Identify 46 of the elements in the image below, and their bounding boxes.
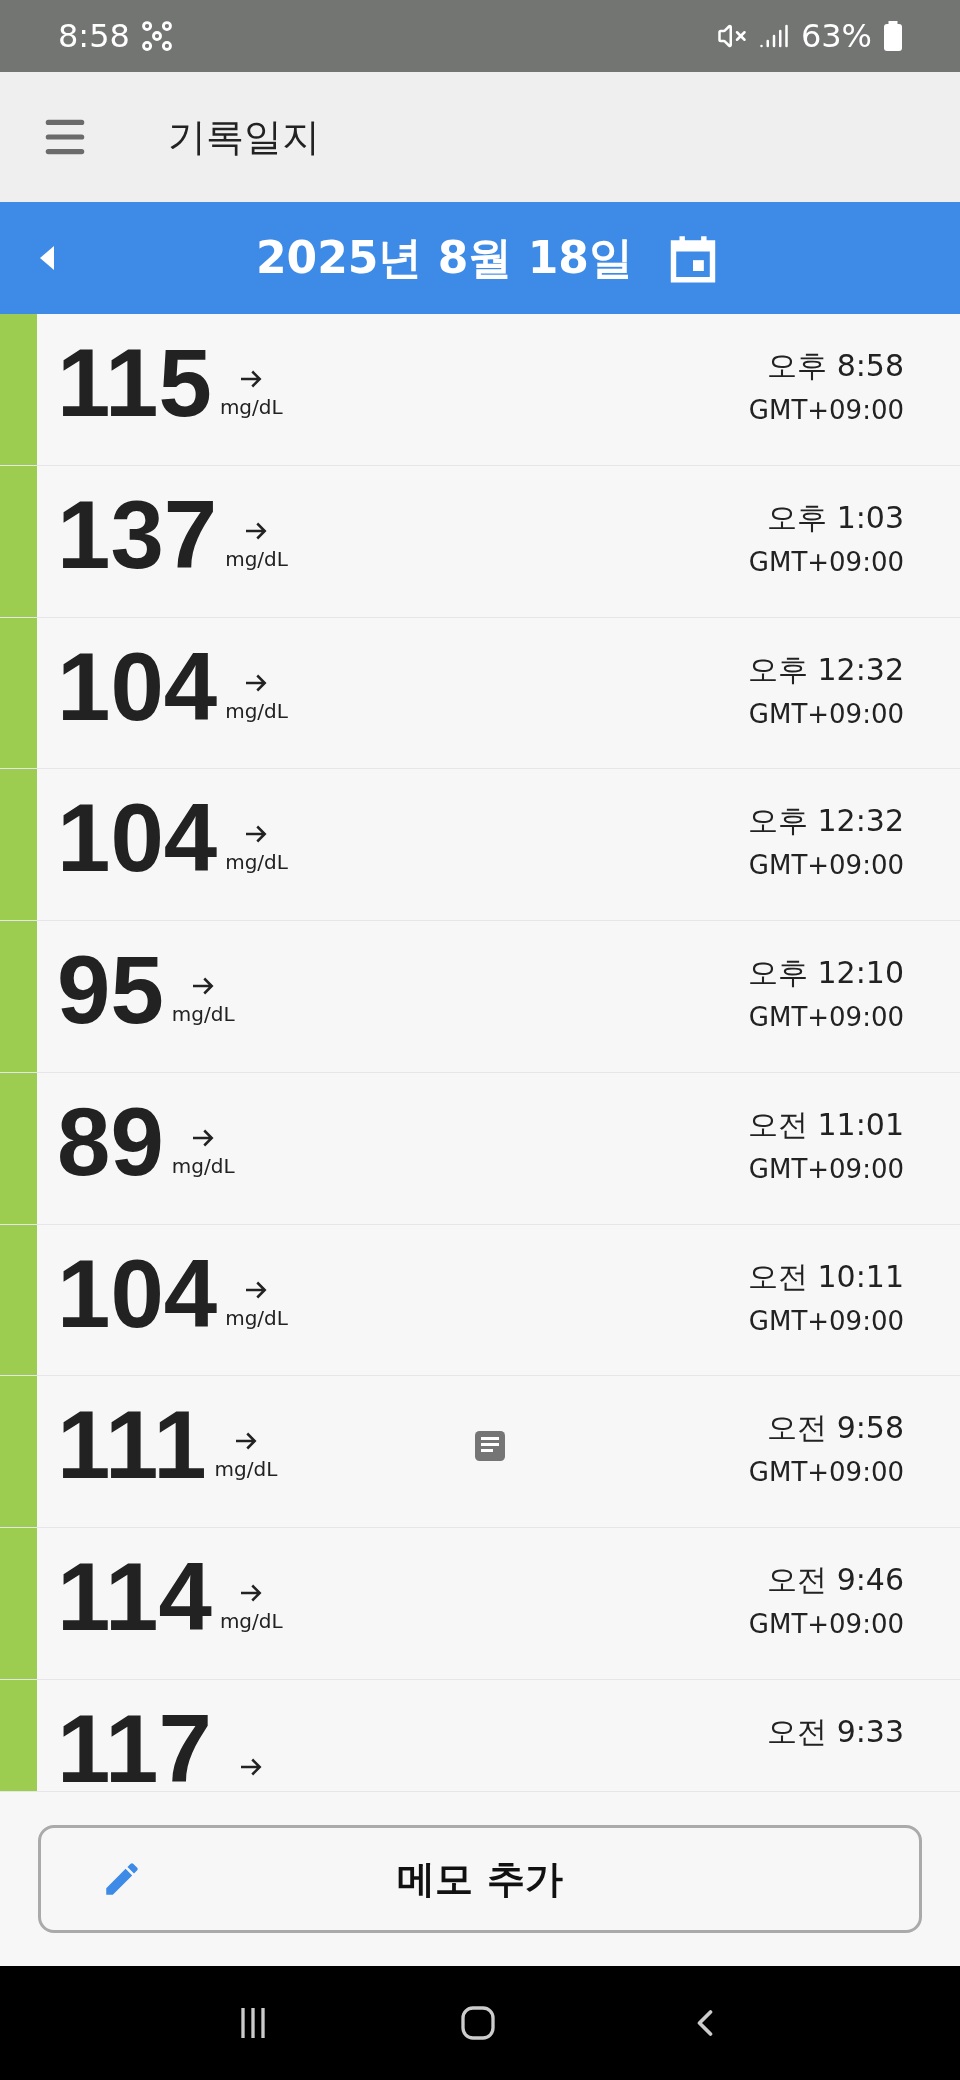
timezone-label: GMT+09:00 bbox=[748, 849, 904, 883]
glucose-value: 104 bbox=[57, 631, 218, 742]
app-title: 기록일지 bbox=[168, 113, 320, 161]
timezone-label: GMT+09:00 bbox=[748, 545, 904, 579]
timezone-label: GMT+09:00 bbox=[748, 697, 904, 731]
unit-label: mg/dL bbox=[171, 1003, 235, 1026]
unit-label: mg/dL bbox=[214, 1458, 278, 1481]
glucose-value: 95 bbox=[57, 935, 164, 1046]
home-icon[interactable] bbox=[458, 2003, 498, 2043]
unit-label: mg/dL bbox=[225, 851, 288, 874]
time-label: 오후 8:58 bbox=[767, 347, 904, 385]
glucose-value: 137 bbox=[57, 479, 218, 590]
glucose-value: 104 bbox=[57, 1238, 218, 1349]
battery-icon bbox=[884, 21, 902, 51]
time-label: 오전 9:33 bbox=[767, 1713, 904, 1752]
time-label: 오후 1:03 bbox=[767, 498, 904, 537]
timezone-label: GMT+09:00 bbox=[748, 1456, 904, 1490]
timezone-label: GMT+09:00 bbox=[748, 1001, 904, 1035]
unit-label: mg/dL bbox=[219, 1610, 283, 1633]
time-label: 오전 9:46 bbox=[767, 1561, 904, 1600]
glucose-value: 89 bbox=[57, 1086, 164, 1197]
glucose-value: 115 bbox=[57, 328, 212, 438]
timezone-label: GMT+09:00 bbox=[748, 1152, 904, 1186]
status-time: 8:58 bbox=[58, 16, 130, 57]
glucose-value: 104 bbox=[57, 783, 218, 894]
unit-label: mg/dL bbox=[225, 1306, 288, 1329]
unit-label: mg/dL bbox=[219, 396, 283, 418]
unit-label: mg/dL bbox=[225, 699, 288, 722]
network-icon bbox=[139, 19, 174, 53]
time-label: 오전 9:58 bbox=[767, 1409, 904, 1448]
glucose-value: 111 bbox=[57, 1390, 207, 1501]
timezone-label: GMT+09:00 bbox=[748, 394, 904, 427]
time-label: 오전 11:01 bbox=[748, 1105, 904, 1144]
battery-percent: 63% bbox=[800, 16, 872, 57]
previous-day-icon[interactable] bbox=[40, 246, 56, 270]
glucose-value: 117 bbox=[57, 1694, 212, 1792]
time-label: 오후 12:10 bbox=[748, 954, 904, 993]
unit-label: mg/dL bbox=[225, 547, 288, 570]
add-memo-button[interactable]: 메모 추가 bbox=[38, 1825, 922, 1933]
time-label: 오후 12:32 bbox=[748, 802, 904, 841]
time-label: 오후 12:32 bbox=[748, 650, 904, 689]
unit-label: mg/dL bbox=[171, 1154, 235, 1177]
glucose-value: 114 bbox=[57, 1542, 212, 1653]
time-label: 오전 10:11 bbox=[748, 1257, 904, 1296]
timezone-label: GMT+09:00 bbox=[748, 1304, 904, 1338]
timezone-label: GMT+09:00 bbox=[748, 1608, 904, 1642]
